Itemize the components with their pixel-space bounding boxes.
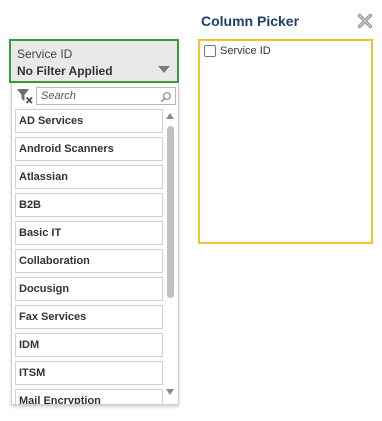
list-item[interactable]: Mail Encryption [15, 389, 163, 404]
clear-filter-icon[interactable] [16, 88, 34, 104]
list-item[interactable]: Docusign [15, 277, 163, 301]
scroll-up-arrow-icon[interactable] [166, 113, 174, 119]
column-picker-title: Column Picker [201, 13, 300, 29]
column-option-label: Service ID [220, 45, 271, 57]
chevron-down-icon[interactable] [158, 66, 170, 73]
search-input[interactable] [39, 89, 161, 103]
list-scrollbar[interactable] [164, 109, 177, 401]
scrollbar-thumb[interactable] [167, 126, 174, 298]
list-item[interactable]: Android Scanners [15, 137, 163, 161]
list-item[interactable]: Atlassian [15, 165, 163, 189]
list-item[interactable]: Basic IT [15, 221, 163, 245]
column-option[interactable]: Service ID [204, 45, 271, 57]
list-item[interactable]: Fax Services [15, 305, 163, 329]
filter-options-list: AD Services Android Scanners Atlassian B… [15, 109, 163, 404]
column-picker-list: Service ID [198, 39, 373, 244]
close-icon[interactable] [357, 13, 373, 29]
filter-options-panel: AD Services Android Scanners Atlassian B… [11, 83, 179, 405]
search-box [36, 87, 176, 105]
column-checkbox[interactable] [204, 45, 216, 57]
filter-field-label: Service ID [17, 47, 73, 61]
list-item[interactable]: IDM [15, 333, 163, 357]
filter-current-value: No Filter Applied [17, 64, 113, 78]
service-id-filter-dropdown[interactable]: Service ID No Filter Applied [9, 39, 179, 83]
list-item[interactable]: B2B [15, 193, 163, 217]
scroll-down-arrow-icon[interactable] [166, 389, 174, 395]
search-icon[interactable] [160, 90, 172, 103]
list-item[interactable]: ITSM [15, 361, 163, 385]
list-item[interactable]: Collaboration [15, 249, 163, 273]
list-item[interactable]: AD Services [15, 109, 163, 133]
